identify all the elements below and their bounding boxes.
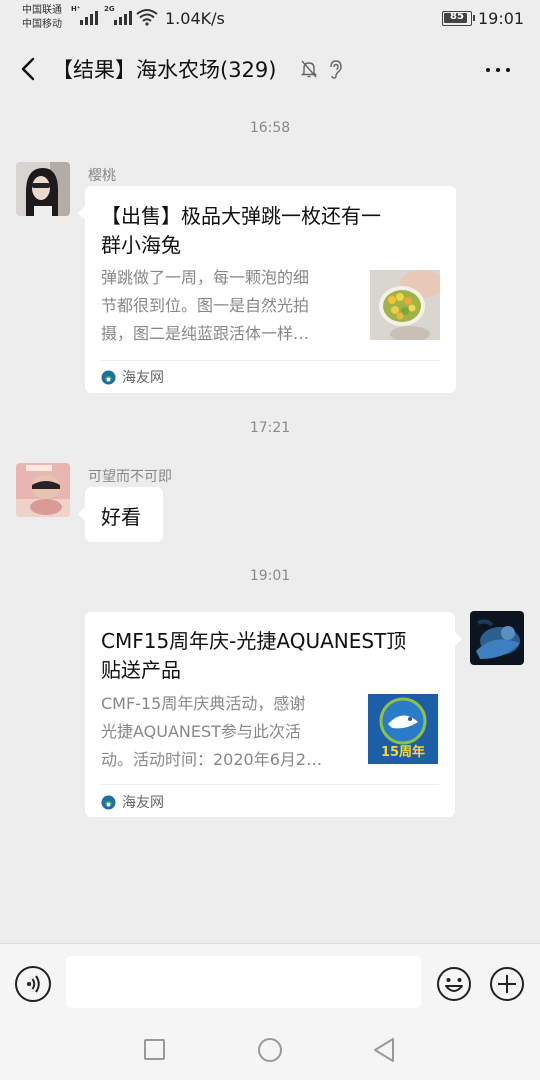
avatar[interactable] <box>16 162 70 216</box>
mute-bell-icon <box>300 60 318 78</box>
ear-icon <box>330 60 342 79</box>
source-name: 海友网 <box>122 795 164 811</box>
card-title: 【出售】极品大弹跳一枚还有一 群小海兔 <box>101 204 381 257</box>
battery-level: 85 <box>450 11 464 22</box>
source-name: 海友网 <box>122 370 164 386</box>
source-logo-icon <box>101 370 116 384</box>
message-timestamp: 19:01 <box>249 568 291 584</box>
recent-apps-icon[interactable] <box>144 1039 165 1060</box>
voice-icon[interactable] <box>15 966 51 1002</box>
home-icon[interactable] <box>258 1038 282 1062</box>
chat-header: 【结果】海水农场(329) <box>0 38 540 100</box>
input-bar <box>0 943 540 1025</box>
avatar[interactable] <box>470 611 524 665</box>
wifi-icon <box>136 9 158 26</box>
battery-icon: 85 <box>442 11 472 26</box>
chat-title: 【结果】海水农场(329) <box>52 58 277 82</box>
card-source: 海友网 <box>101 367 164 387</box>
message-timestamp: 16:58 <box>249 120 291 136</box>
sender-name: 樱桃 <box>88 168 116 184</box>
source-logo-icon <box>101 795 116 809</box>
card-source: 海友网 <box>101 792 164 812</box>
signal-2-icon <box>114 9 132 25</box>
back-arrow-icon[interactable] <box>14 54 44 84</box>
sender-name: 可望而不可即 <box>88 469 172 485</box>
message-input[interactable] <box>66 956 421 1008</box>
card-description: 弹跳做了一周，每一颗泡的细 节都很到位。图一是自然光拍 摄，图二是纯蓝跟活体一样… <box>101 268 310 343</box>
status-time: 19:01 <box>478 9 525 28</box>
carrier-labels: 中国联通 中国移动 <box>22 4 62 32</box>
card-description: CMF-15周年庆典活动，感谢 光捷AQUANEST参与此次活 动。活动时间：2… <box>101 694 323 769</box>
status-bar: 中国联通 中国移动 H⁺ 2G 1.04K/s 85 19:01 <box>0 0 540 38</box>
signal-1-icon <box>80 9 98 25</box>
network-speed: 1.04K/s <box>165 9 225 28</box>
avatar[interactable] <box>16 463 70 517</box>
carrier-2: 中国移动 <box>22 19 62 30</box>
message-timestamp: 17:21 <box>249 420 291 436</box>
card-thumbnail <box>370 270 440 340</box>
emoji-icon[interactable] <box>436 966 472 1002</box>
card-title: CMF15周年庆-光捷AQUANEST顶 贴送产品 <box>101 629 407 682</box>
link-card[interactable]: CMF15周年庆-光捷AQUANEST顶 贴送产品 CMF-15周年庆典活动，感… <box>85 612 455 817</box>
link-card[interactable]: 【出售】极品大弹跳一枚还有一 群小海兔 弹跳做了一周，每一颗泡的细 节都很到位。… <box>85 186 456 393</box>
text-bubble[interactable]: 好看 <box>85 487 163 542</box>
thumbnail-badge-text: 15周年 <box>381 744 425 760</box>
system-navigation-bar <box>0 1025 540 1080</box>
back-icon[interactable] <box>372 1037 396 1063</box>
plus-icon[interactable] <box>489 966 525 1002</box>
card-thumbnail: 15周年 <box>368 694 438 764</box>
more-icon[interactable] <box>486 64 518 76</box>
carrier-1: 中国联通 <box>22 5 62 16</box>
